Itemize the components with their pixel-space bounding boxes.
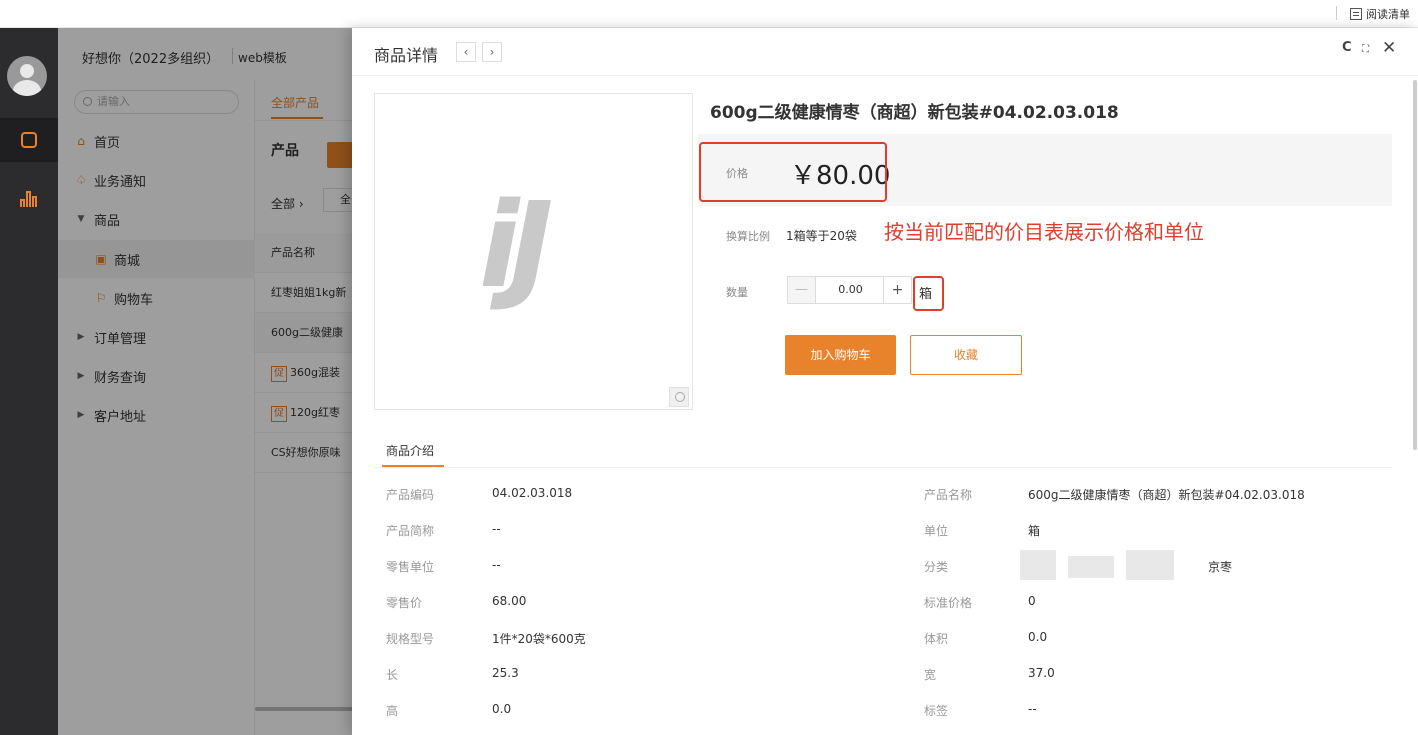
next-button[interactable]: › [482, 42, 502, 62]
top-bar: 阅读清单 [0, 0, 1418, 28]
rail-report[interactable] [0, 176, 58, 220]
tab-product-intro[interactable]: 商品介绍 [386, 442, 434, 459]
attr-value: 37.0 [1028, 666, 1055, 680]
attr-label: 产品名称 [924, 488, 973, 502]
zoom-icon[interactable] [669, 387, 689, 407]
avatar[interactable] [7, 56, 47, 96]
reading-list-icon [1350, 8, 1362, 20]
prev-button[interactable]: ‹ [456, 42, 476, 62]
attr-value: -- [1028, 702, 1037, 716]
annotation-text: 按当前匹配的价目表展示价格和单位 [884, 220, 1204, 244]
attr-value: 京枣 [1208, 560, 1233, 574]
attr-label: 零售价 [386, 596, 423, 610]
chart-icon [20, 189, 38, 207]
shop-icon [21, 132, 37, 148]
reading-list-button[interactable]: 阅读清单 [1336, 6, 1410, 22]
quantity-label: 数量 [726, 286, 748, 299]
attr-value: -- [492, 522, 501, 536]
attr-label: 长 [386, 668, 399, 682]
panel-title: 商品详情 [374, 46, 439, 65]
product-image: iJ [374, 93, 693, 410]
add-to-cart-button[interactable]: 加入购物车 [785, 335, 896, 375]
expand-icon[interactable]: ⛶ [1362, 44, 1369, 55]
attr-label: 单位 [924, 524, 949, 538]
attr-value: 25.3 [492, 666, 519, 680]
attr-label: 体积 [924, 632, 949, 646]
vertical-scrollbar[interactable] [1413, 80, 1417, 450]
product-name: 600g二级健康情枣（商超）新包装#04.02.03.018 [710, 103, 1119, 123]
attr-value: 04.02.03.018 [492, 486, 573, 500]
attr-label: 标签 [924, 704, 949, 718]
ratio-label: 换算比例 [726, 230, 770, 243]
placeholder-logo: iJ [479, 176, 553, 314]
quantity-input[interactable]: 0.00 [816, 277, 885, 303]
increment-button[interactable]: + [883, 277, 911, 303]
attr-value: -- [492, 558, 501, 572]
close-icon[interactable]: ✕ [1382, 38, 1396, 58]
refresh-icon[interactable]: C [1342, 40, 1352, 55]
reading-list-label: 阅读清单 [1366, 8, 1410, 21]
left-rail [0, 28, 58, 735]
favorite-button[interactable]: 收藏 [910, 335, 1022, 375]
attr-value: 1件*20袋*600克 [492, 632, 586, 646]
divider [374, 467, 1392, 468]
attr-value: 0 [1028, 594, 1036, 608]
attr-value: 0.0 [1028, 630, 1048, 644]
attr-label: 产品简称 [386, 524, 435, 538]
attr-label: 标准价格 [924, 596, 973, 610]
attr-value: 箱 [1028, 524, 1041, 538]
attr-label: 高 [386, 704, 399, 718]
ratio-value: 1箱等于20袋 [786, 229, 857, 243]
attr-label: 规格型号 [386, 632, 435, 646]
product-detail-panel: 商品详情 ‹ › C ⛶ ✕ iJ 600g二级健康情枣（商超）新包装#04.0… [352, 28, 1418, 735]
redacted-block [1020, 550, 1056, 580]
redacted-block [1126, 550, 1174, 580]
rail-shop[interactable] [0, 118, 58, 162]
attr-label: 分类 [924, 560, 949, 574]
annotation-box-unit [913, 276, 944, 311]
attr-label: 零售单位 [386, 560, 435, 574]
attr-value: 68.00 [492, 594, 527, 608]
quantity-stepper: — 0.00 + [787, 276, 912, 304]
attr-value: 0.0 [492, 702, 512, 716]
attr-value: 600g二级健康情枣（商超）新包装#04.02.03.018 [1028, 488, 1305, 502]
attr-label: 产品编码 [386, 488, 435, 502]
attr-label: 宽 [924, 668, 937, 682]
panel-header: 商品详情 ‹ › C ⛶ ✕ [352, 28, 1418, 76]
annotation-box-price [699, 142, 887, 202]
decrement-button[interactable]: — [788, 277, 816, 303]
redacted-block [1068, 556, 1114, 578]
divider [1336, 6, 1337, 20]
